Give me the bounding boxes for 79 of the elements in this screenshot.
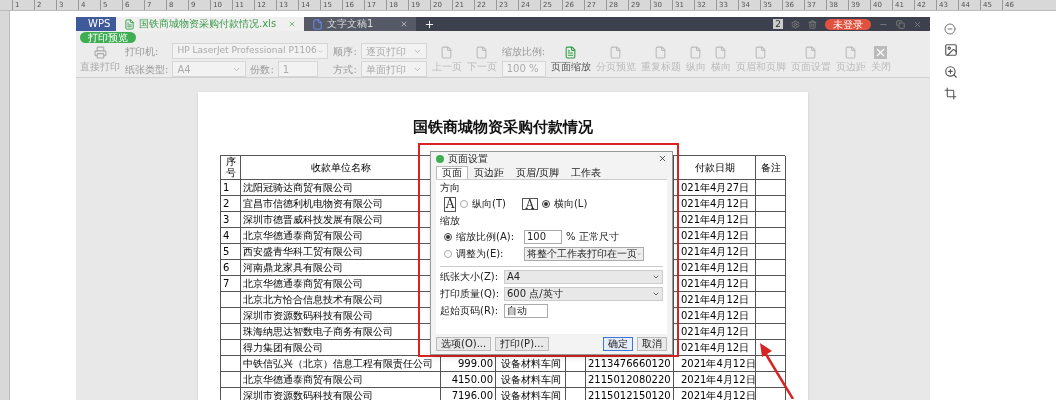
table-cell: 4150.00 xyxy=(441,371,496,388)
column-header: 付款日期 xyxy=(674,155,756,180)
start-page-field[interactable]: 自动 xyxy=(504,303,548,318)
table-cell: 3 xyxy=(221,211,241,228)
dialog-button[interactable]: 确定 xyxy=(603,336,633,351)
table-cell: 021年4月12日 xyxy=(674,307,756,324)
dialog-tab[interactable]: 页眉/页脚 xyxy=(510,165,566,179)
mode-tab[interactable]: 打印预览 xyxy=(80,31,136,43)
section-label: 缩放 xyxy=(440,214,461,227)
zoom-field[interactable]: 100 % xyxy=(501,60,546,77)
dialog-tab[interactable]: 页面 xyxy=(436,165,468,179)
field-label: 纸张类型: xyxy=(125,62,169,77)
page-title: 国铁商城物资采购付款情况 xyxy=(411,117,594,138)
table-cell: 021年4月12日 xyxy=(674,339,756,356)
dialog-button[interactable]: 选项(O)... xyxy=(436,336,492,351)
document-tab[interactable]: 国铁商城物资采购付款情况.xls xyxy=(116,17,305,31)
table-cell: 2021年4月12日 xyxy=(674,355,756,372)
section-label: 方向 xyxy=(440,181,461,194)
wps-button[interactable]: WPS xyxy=(76,17,116,31)
table-cell: 4 xyxy=(221,227,241,244)
table-cell: 5 xyxy=(221,243,241,260)
quality-dropdown[interactable]: 600 点/英寸 xyxy=(504,286,663,301)
scale-field[interactable]: 100 xyxy=(524,229,562,244)
dialog-button[interactable]: 取消 xyxy=(637,336,667,351)
table-cell: 1 xyxy=(221,179,241,196)
page-zoom-button[interactable]: 页面缩放 xyxy=(550,46,591,74)
table-cell: 2115012080220 xyxy=(586,371,674,388)
field-label: 顺序: xyxy=(333,44,357,59)
table-cell: 021年4月12日 xyxy=(674,291,756,308)
paper-dropdown[interactable]: A4 xyxy=(172,61,247,77)
count-badge: 2 xyxy=(773,19,783,29)
radio-label: 横向(L) xyxy=(553,198,588,210)
table-cell: 2115012150120 xyxy=(586,387,674,400)
field-label: 打印机: xyxy=(125,44,160,59)
column-header: 序号 xyxy=(221,155,241,180)
table-cell: 2 xyxy=(221,195,241,212)
dialog-button[interactable]: 打印(P)... xyxy=(495,336,549,351)
table-cell: 2021年4月12日 xyxy=(674,387,756,400)
field-label: 缩放比例: xyxy=(501,44,546,59)
orientation-icon: A xyxy=(444,196,456,212)
mode-dropdown[interactable]: 单面打印 xyxy=(360,61,427,77)
table-cell: 深圳市资源数码科技有限公司 xyxy=(241,387,441,400)
dialog-tab[interactable]: 页边距 xyxy=(468,165,510,179)
copies-field[interactable]: 1 xyxy=(277,61,318,77)
table-cell: 北京华德通泰商贸有限公司 xyxy=(241,371,441,388)
orientation-icon: A xyxy=(521,198,538,210)
printer-dropdown[interactable]: HP LaserJet Professional P1106 xyxy=(172,43,329,59)
field-label: 打印质量(Q): xyxy=(440,287,500,300)
table-cell: 设备材料车间 xyxy=(496,371,566,388)
table-cell: 2021年4月12日 xyxy=(674,371,756,388)
table-cell: 021年4月12日 xyxy=(674,211,756,228)
column-header: 备注 xyxy=(756,155,786,180)
order-dropdown[interactable]: 逐页打印 xyxy=(360,43,427,59)
field-label: 份数: xyxy=(250,62,274,77)
field-label: 方式: xyxy=(333,62,357,77)
table-cell: 7196.00 xyxy=(441,387,496,400)
table-cell: 设备材料车间 xyxy=(496,387,566,400)
field-label: 起始页码(R): xyxy=(440,304,500,317)
dialog-tab[interactable]: 工作表 xyxy=(565,165,608,179)
radio-label: 纵向(T) xyxy=(472,198,506,210)
document-tab[interactable]: 文字文稿1 xyxy=(304,17,417,31)
login-button[interactable]: 未登录 xyxy=(825,18,871,30)
dialog-title: 页面设置 xyxy=(448,152,488,165)
radio-label: 缩放比例(A): xyxy=(456,230,515,243)
table-cell: 021年4月12日 xyxy=(674,323,756,340)
table-cell: 021年4月12日 xyxy=(674,195,756,212)
table-cell: 021年4月12日 xyxy=(674,243,756,260)
table-cell: 021年4月12日 xyxy=(674,227,756,244)
table-cell: 中铁信弘兴（北京）信息工程有限责任公司 xyxy=(241,355,441,372)
fit-dropdown[interactable]: 将整个工作表打印在一页 xyxy=(524,246,644,261)
table-cell: 021年4月27日 xyxy=(674,179,756,196)
table-cell: 6 xyxy=(221,259,241,276)
field-label: 纸张大小(Z): xyxy=(440,270,500,283)
unit-label: % 正常尺寸 xyxy=(566,230,619,243)
paper-size-dropdown[interactable]: A4 xyxy=(504,269,663,284)
radio-label: 调整为(E): xyxy=(456,247,505,260)
table-cell: 7 xyxy=(221,275,241,292)
table-cell: 021年4月12日 xyxy=(674,275,756,292)
table-cell: 021年4月12日 xyxy=(674,259,756,276)
